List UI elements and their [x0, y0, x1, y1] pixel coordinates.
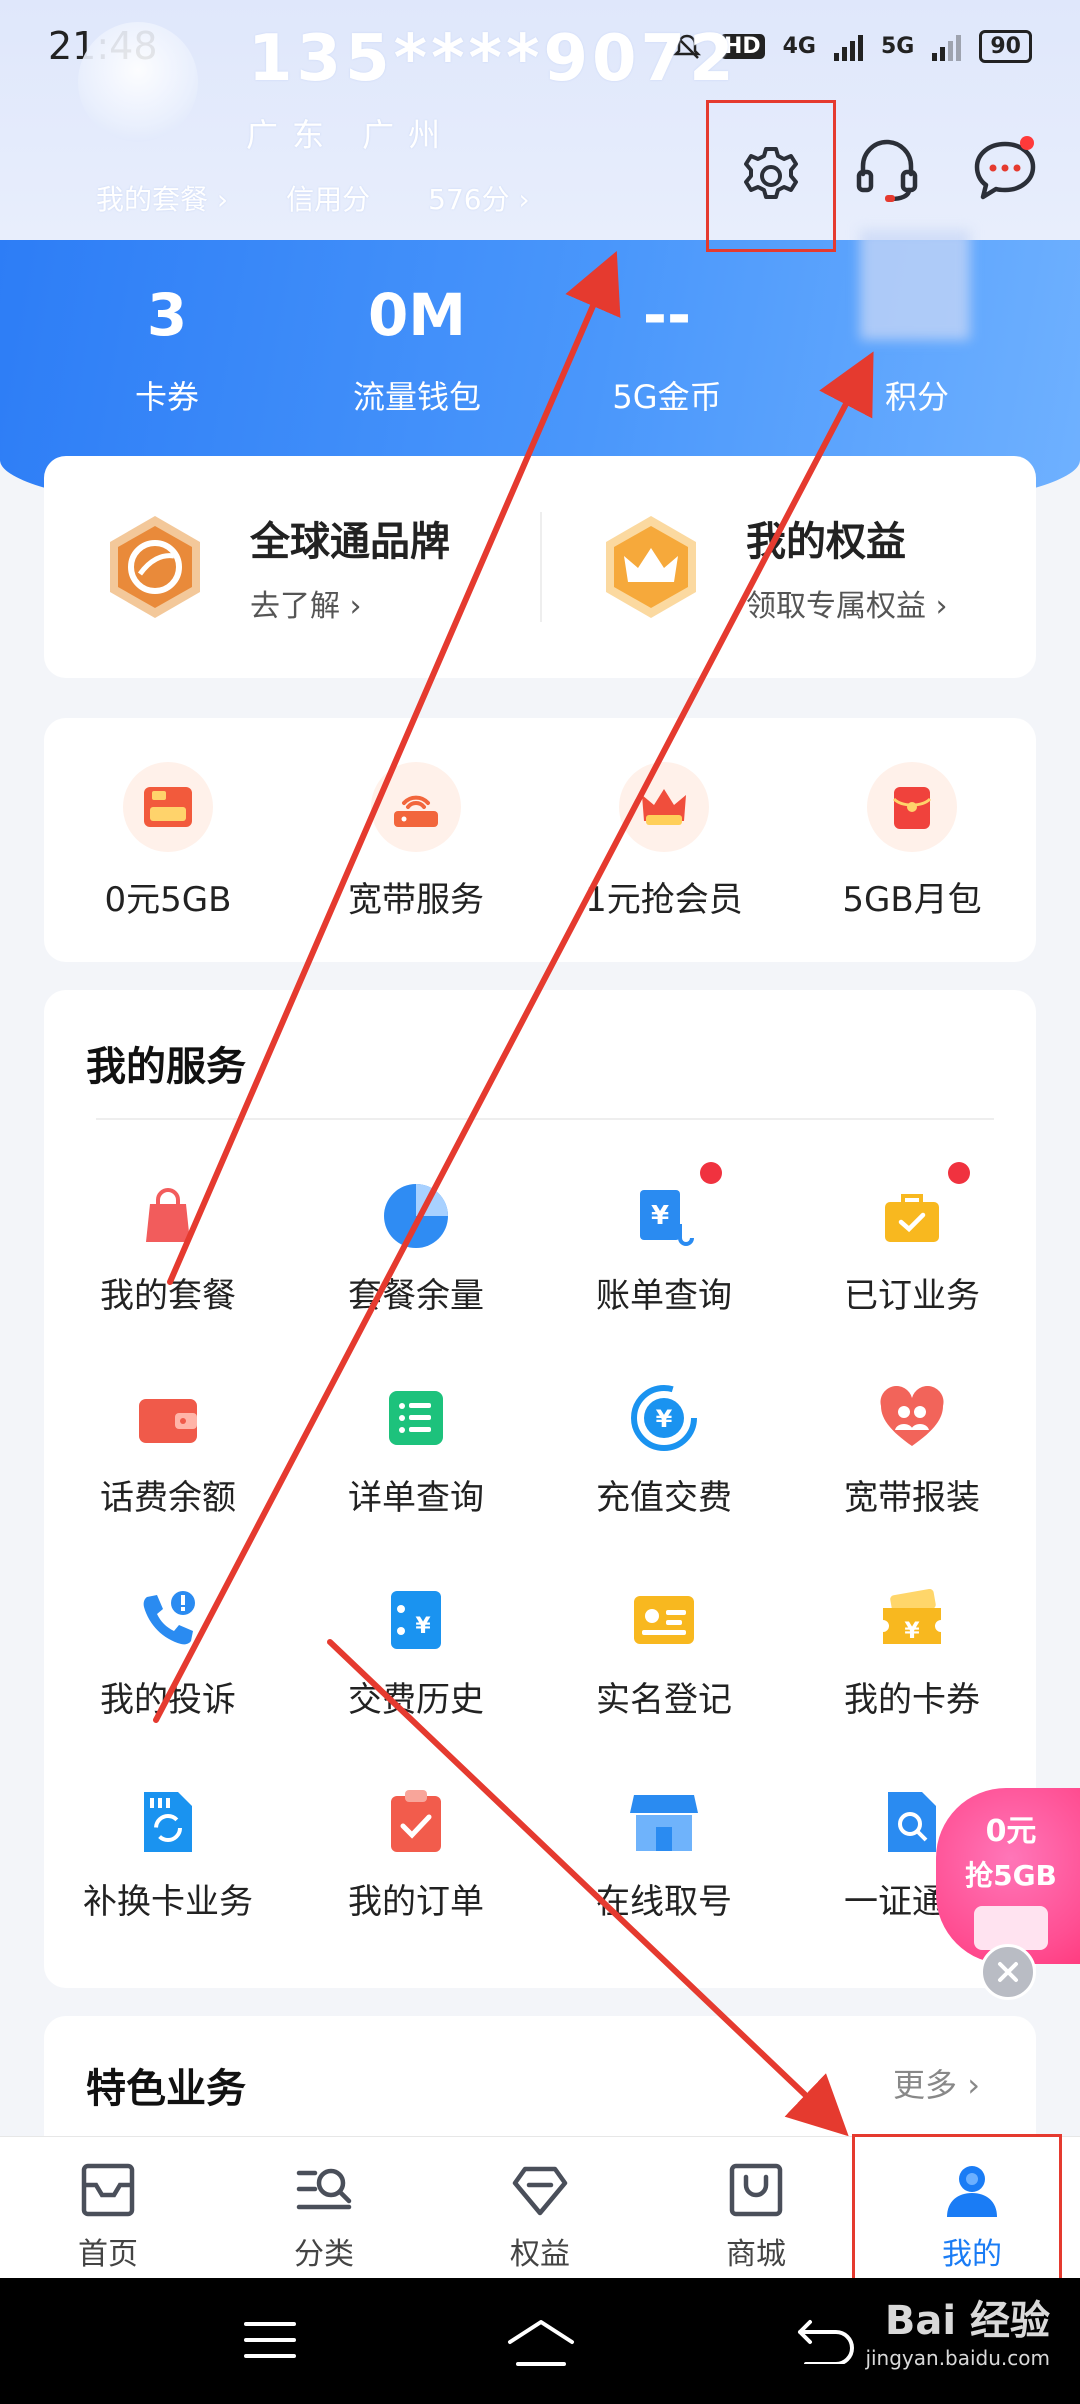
watermark-url: jingyan.baidu.com [865, 2346, 1050, 2370]
watermark: Bai 经验 jingyan.baidu.com [865, 2288, 1050, 2370]
back-icon[interactable] [796, 2318, 856, 2364]
watermark-main: Bai 经验 [884, 2298, 1050, 2344]
annotation-arrows [153, 250, 874, 2137]
arrow-to-points [153, 351, 874, 1723]
home-nav-icon[interactable] [506, 2318, 576, 2368]
arrow-to-settings [167, 250, 621, 1285]
menu-icon[interactable] [244, 2318, 296, 2362]
arrow-to-mine-tab [327, 1639, 849, 2137]
